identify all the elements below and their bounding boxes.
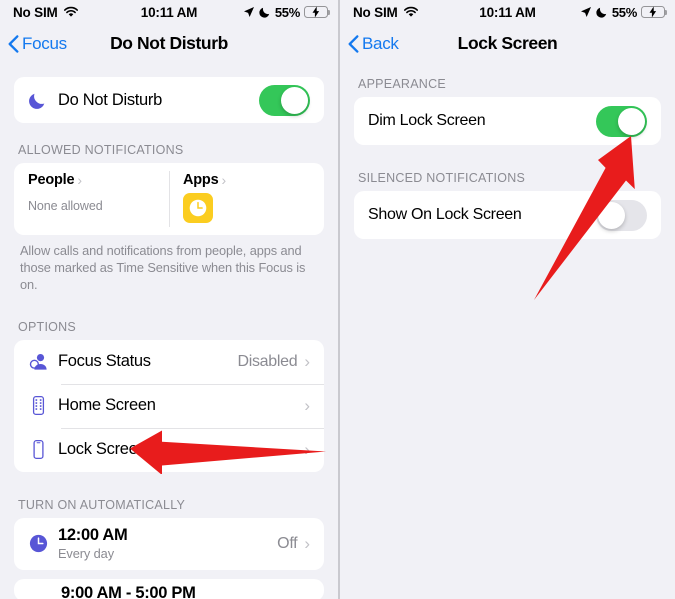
crescent-moon-icon bbox=[28, 91, 58, 110]
status-bar-right: No SIM 10:11 AM 55% bbox=[340, 0, 675, 24]
chevron-left-icon bbox=[8, 34, 19, 53]
chevron-right-icon: › bbox=[304, 396, 310, 416]
focus-status-value: Disabled bbox=[237, 352, 298, 370]
chevron-right-icon: › bbox=[304, 440, 310, 460]
row-dim-lock-screen[interactable]: Dim Lock Screen bbox=[354, 97, 661, 145]
back-button-label: Back bbox=[362, 33, 399, 53]
carrier-label: No SIM bbox=[13, 4, 58, 20]
options-card: Focus Status Disabled › Home Screen › Lo… bbox=[14, 339, 324, 472]
turn-on-automatically-header: TURN ON AUTOMATICALLY bbox=[18, 497, 186, 512]
battery-charging-icon bbox=[304, 6, 331, 18]
silenced-notifications-card: Show On Lock Screen bbox=[354, 191, 661, 239]
nav-bar-right: Back Lock Screen bbox=[340, 24, 675, 63]
apps-cell[interactable]: Apps › bbox=[169, 163, 324, 235]
people-title-row: People › bbox=[28, 172, 155, 188]
chevron-right-icon: › bbox=[304, 352, 310, 372]
show-on-lock-screen-label: Show On Lock Screen bbox=[368, 206, 522, 223]
row-focus-status[interactable]: Focus Status Disabled › bbox=[14, 340, 324, 384]
location-arrow-icon bbox=[580, 7, 591, 17]
do-not-disturb-label: Do Not Disturb bbox=[58, 90, 163, 109]
appearance-header: APPEARANCE bbox=[358, 77, 446, 91]
apps-title-row: Apps › bbox=[183, 172, 310, 188]
people-cell[interactable]: People › None allowed bbox=[14, 163, 169, 235]
status-bar-right-group: 55% bbox=[243, 4, 331, 20]
chevron-right-icon: › bbox=[77, 172, 82, 188]
focus-status-label: Focus Status bbox=[58, 352, 151, 371]
people-label: People bbox=[28, 172, 75, 188]
do-not-disturb-toggle[interactable] bbox=[259, 84, 310, 116]
battery-percent-label: 55% bbox=[274, 4, 300, 20]
row-schedule-12am[interactable]: 12:00 AM Every day Off › bbox=[14, 518, 324, 570]
wifi-icon bbox=[403, 6, 418, 17]
nav-bar-left: Focus Do Not Disturb bbox=[0, 24, 338, 63]
options-header: OPTIONS bbox=[18, 319, 77, 334]
row-show-on-lock-screen[interactable]: Show On Lock Screen bbox=[354, 191, 661, 239]
dim-lock-screen-toggle[interactable] bbox=[596, 105, 647, 137]
crescent-moon-icon bbox=[596, 7, 607, 18]
turn-on-automatically-card-clipped[interactable]: 9:00 AM - 5:00 PM bbox=[14, 578, 324, 599]
battery-percent-label: 55% bbox=[611, 4, 637, 20]
row-do-not-disturb[interactable]: Do Not Disturb bbox=[14, 77, 324, 123]
clock-app-icon bbox=[183, 193, 213, 223]
schedule-text-group: 12:00 AM Every day bbox=[58, 526, 128, 562]
crescent-moon-icon bbox=[259, 7, 270, 18]
schedule-state: Off bbox=[277, 534, 298, 552]
allowed-notifications-footnote: Allow calls and notifications from peopl… bbox=[20, 243, 306, 292]
apps-label: Apps bbox=[183, 172, 219, 188]
back-button[interactable]: Back bbox=[348, 34, 399, 54]
wifi-icon bbox=[63, 6, 78, 17]
carrier-label: No SIM bbox=[353, 4, 398, 20]
appearance-card: Dim Lock Screen bbox=[354, 97, 661, 145]
home-screen-label: Home Screen bbox=[58, 396, 156, 415]
status-bar-left-group: No SIM bbox=[353, 5, 419, 20]
status-bar-left-group: No SIM bbox=[13, 5, 79, 20]
lock-screen-icon bbox=[28, 439, 58, 460]
chevron-left-icon bbox=[348, 34, 359, 53]
right-content: APPEARANCE Dim Lock Screen SILENCED NOTI… bbox=[340, 77, 675, 239]
back-button-label: Focus bbox=[22, 33, 67, 53]
screenshot-root: No SIM 10:11 AM 55% Focus Do Not Disturb… bbox=[0, 0, 675, 599]
left-panel-do-not-disturb: No SIM 10:11 AM 55% Focus Do Not Disturb… bbox=[0, 0, 338, 599]
allowed-notifications-card: People › None allowed Apps › bbox=[14, 163, 324, 235]
allowed-notifications-header: ALLOWED NOTIFICATIONS bbox=[18, 143, 184, 157]
battery-charging-icon bbox=[641, 6, 668, 18]
back-button-focus[interactable]: Focus bbox=[8, 34, 67, 54]
schedule-time: 12:00 AM bbox=[58, 526, 128, 545]
lock-screen-label: Lock Screen bbox=[58, 440, 147, 459]
location-arrow-icon bbox=[243, 7, 254, 17]
people-subtitle: None allowed bbox=[28, 199, 103, 213]
left-content: Do Not Disturb ALLOWED NOTIFICATIONS Peo… bbox=[0, 77, 338, 599]
status-bar-left: No SIM 10:11 AM 55% bbox=[0, 0, 338, 24]
chevron-right-icon: › bbox=[304, 534, 310, 554]
dim-lock-screen-label: Dim Lock Screen bbox=[368, 112, 486, 129]
schedule-time-clipped: 9:00 AM - 5:00 PM bbox=[61, 583, 196, 599]
right-panel-lock-screen: No SIM 10:11 AM 55% Back Lock Screen APP… bbox=[340, 0, 675, 599]
row-lock-screen[interactable]: Lock Screen › bbox=[14, 427, 324, 472]
silenced-notifications-header: SILENCED NOTIFICATIONS bbox=[358, 171, 526, 185]
row-home-screen[interactable]: Home Screen › bbox=[14, 383, 324, 428]
home-screen-icon bbox=[28, 395, 58, 416]
clock-icon bbox=[28, 533, 58, 554]
status-bar-right-group: 55% bbox=[580, 4, 668, 20]
chevron-right-icon: › bbox=[221, 172, 226, 188]
schedule-repeat: Every day bbox=[58, 546, 114, 562]
focus-status-people-icon bbox=[28, 351, 58, 372]
do-not-disturb-card: Do Not Disturb bbox=[14, 77, 324, 123]
show-on-lock-screen-toggle[interactable] bbox=[596, 199, 647, 231]
turn-on-automatically-card: 12:00 AM Every day Off › bbox=[14, 517, 324, 570]
